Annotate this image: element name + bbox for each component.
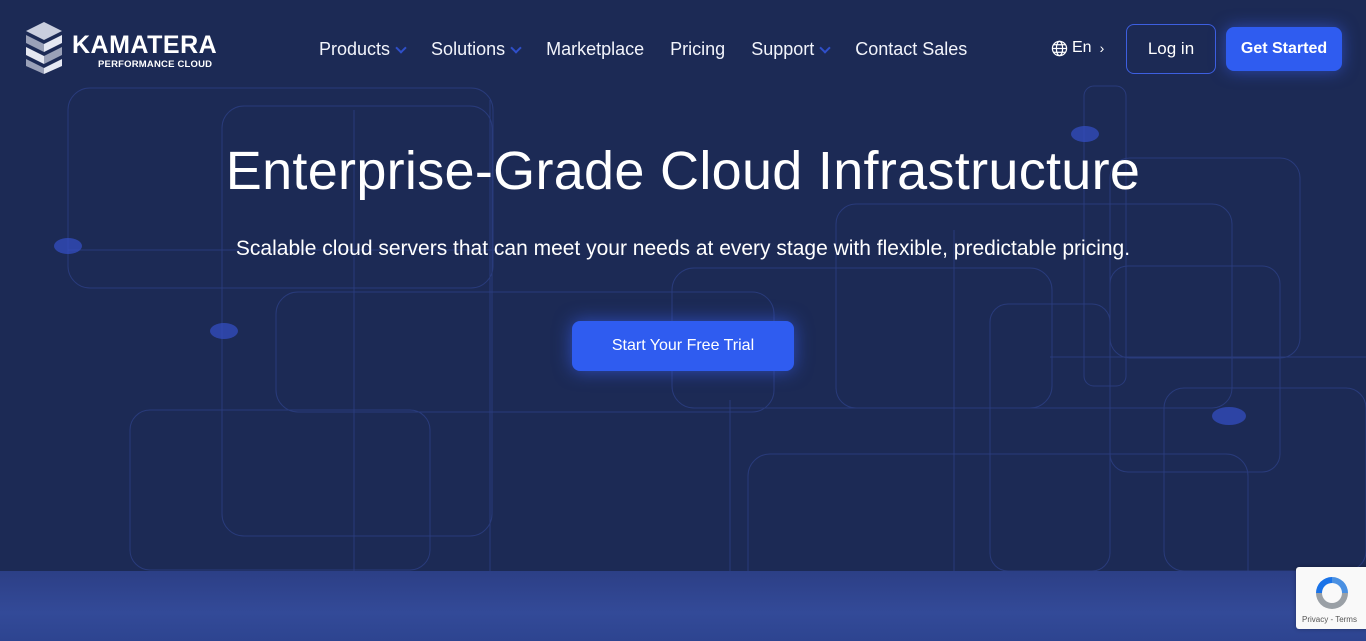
nav-item-products[interactable]: Products	[319, 36, 407, 62]
brand-tagline: PERFORMANCE CLOUD	[98, 59, 213, 70]
login-button[interactable]: Log in	[1126, 24, 1216, 74]
nav-label: Contact Sales	[855, 38, 968, 59]
start-free-trial-button[interactable]: Start Your Free Trial	[572, 321, 794, 371]
nav-item-pricing[interactable]: Pricing	[670, 36, 725, 62]
chevron-down-icon	[395, 42, 407, 54]
chevron-down-icon	[510, 42, 522, 54]
recaptcha-icon	[1316, 577, 1348, 609]
hero-title: Enterprise-Grade Cloud Infrastructure	[225, 141, 1141, 201]
hero-subtitle: Scalable cloud servers that can meet you…	[235, 237, 1131, 260]
kamatera-logo[interactable]: KAMATERA PERFORMANCE CLOUD	[24, 20, 224, 76]
chevron-right-icon: ›	[1099, 40, 1105, 56]
recaptcha-links[interactable]: Privacy - Terms	[1302, 615, 1357, 624]
nav-label: Support	[751, 38, 815, 59]
nav-label: Pricing	[670, 38, 726, 59]
site-header: KAMATERA PERFORMANCE CLOUD Products Solu…	[0, 0, 1366, 96]
recaptcha-badge[interactable]: Privacy - Terms	[1296, 567, 1366, 629]
nav-label: Marketplace	[546, 38, 645, 59]
nav-item-support[interactable]: Support	[751, 36, 831, 62]
brand-name: KAMATERA	[72, 31, 218, 59]
nav-label: Solutions	[431, 38, 506, 59]
nav-item-contact-sales[interactable]: Contact Sales	[855, 36, 967, 62]
nav-label: Products	[319, 38, 391, 59]
page: KAMATERA PERFORMANCE CLOUD Products Solu…	[0, 0, 1366, 641]
nav-item-solutions[interactable]: Solutions	[431, 36, 522, 62]
nav-item-marketplace[interactable]: Marketplace	[546, 36, 644, 62]
language-label: En	[1072, 39, 1092, 56]
next-section-band	[0, 571, 1366, 641]
chevron-down-icon	[819, 42, 831, 54]
get-started-button[interactable]: Get Started	[1226, 27, 1342, 71]
logo-cube-icon	[26, 22, 62, 74]
main-nav: Products Solutions Marketplace Pricing S…	[319, 36, 993, 62]
language-selector[interactable]: En ›	[1051, 39, 1104, 57]
globe-icon	[1051, 40, 1068, 56]
